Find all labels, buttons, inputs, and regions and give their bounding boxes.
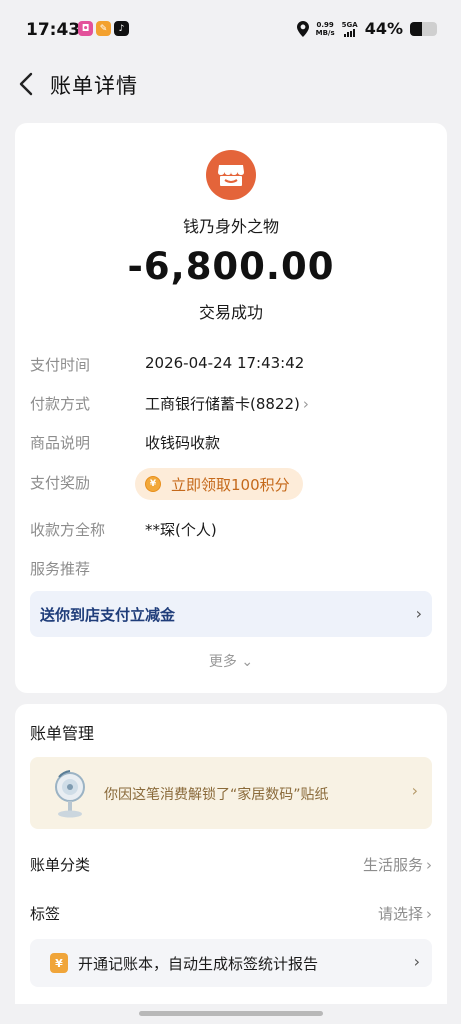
store-icon — [206, 150, 256, 200]
detail-row-payment-method[interactable]: 付款方式 工商银行储蓄卡(8822) › — [30, 393, 430, 417]
location-icon — [296, 20, 309, 37]
detail-row-product-desc: 商品说明 收钱码收款 — [30, 432, 430, 456]
status-bar: 17:43 ◘ ✎ ♪ 0.99 MB/s 5GA 44% — [0, 0, 461, 60]
chevron-right-icon: › — [415, 604, 422, 623]
tag-selector[interactable]: 请选择 › — [378, 903, 432, 924]
detail-label: 支付时间 — [30, 356, 91, 374]
detail-label: 商品说明 — [30, 434, 91, 452]
transaction-status: 交易成功 — [198, 303, 263, 322]
signal-indicator: 5GA — [342, 21, 358, 37]
merchant-name: 钱乃身外之物 — [182, 217, 279, 236]
tag-row[interactable]: 标签 请选择 › — [30, 903, 432, 927]
detail-value: **琛(个人) — [145, 521, 217, 539]
notification-icons: ◘ ✎ ♪ — [78, 21, 129, 36]
battery-icon — [410, 21, 437, 36]
net-speed-value: 0.99 — [316, 20, 334, 29]
claim-reward-button[interactable]: ¥ 立即领取100积分 — [135, 468, 303, 500]
detail-row-service: 服务推荐 — [30, 558, 430, 582]
detail-value[interactable]: 工商银行储蓄卡(8822) — [145, 395, 300, 413]
ledger-icon: ¥ — [50, 953, 68, 973]
chevron-down-icon: ⌄ — [241, 654, 254, 670]
bill-category-row[interactable]: 账单分类 生活服务 › — [30, 854, 432, 878]
back-arrow-icon[interactable] — [14, 70, 40, 98]
transaction-card: 钱乃身外之物 -6,800.00 交易成功 支付时间 2026-04-24 17… — [15, 123, 447, 693]
detail-label: 支付奖励 — [30, 474, 91, 492]
promo-banner[interactable]: 送你到店支付立减金 › — [30, 591, 432, 637]
more-label[interactable]: 更多 — [209, 654, 237, 670]
battery-percent: 44% — [364, 19, 403, 38]
detail-value: 2026-04-24 17:43:42 — [145, 354, 305, 372]
status-indicators: 0.99 MB/s 5GA 44% — [296, 19, 437, 38]
detail-label: 付款方式 — [30, 395, 91, 413]
status-time: 17:43 — [26, 20, 81, 40]
transaction-amount: -6,800.00 — [127, 245, 335, 288]
tag-label: 标签 — [30, 905, 61, 923]
desk-fan-icon — [55, 770, 85, 818]
sticker-banner[interactable]: 你因这笔消费解锁了“家居数码”贴纸 › — [30, 757, 432, 829]
detail-row-payment-time: 支付时间 2026-04-24 17:43:42 — [30, 354, 430, 378]
page-title: 账单详情 — [50, 74, 138, 98]
reward-text[interactable]: 立即领取100积分 — [171, 474, 290, 495]
promo-text[interactable]: 送你到店支付立减金 — [40, 604, 175, 625]
battery-fill — [410, 21, 422, 36]
app-notification-icon: ◘ — [78, 21, 93, 36]
tiktok-icon: ♪ — [114, 21, 129, 36]
payment-method-link[interactable]: 工商银行储蓄卡(8822) › — [145, 393, 309, 414]
more-button[interactable]: 更多 ⌄ — [15, 651, 447, 671]
section-title: 账单管理 — [30, 724, 95, 743]
coin-icon: ¥ — [145, 476, 161, 492]
chevron-right-icon: › — [302, 395, 309, 413]
ledger-text[interactable]: 开通记账本，自动生成标签统计报告 — [78, 953, 318, 974]
network-speed: 0.99 MB/s — [316, 21, 335, 37]
signal-bars-icon — [344, 28, 356, 37]
home-indicator[interactable] — [139, 1011, 323, 1016]
category-label: 账单分类 — [30, 856, 91, 874]
tag-value[interactable]: 请选择 — [378, 905, 423, 923]
detail-label: 收款方全称 — [30, 521, 106, 539]
storefront-glyph — [218, 165, 244, 186]
signal-label: 5GA — [341, 20, 358, 29]
category-selector[interactable]: 生活服务 › — [363, 854, 432, 875]
chevron-right-icon: › — [426, 905, 432, 923]
detail-label: 服务推荐 — [30, 560, 91, 578]
sticker-text[interactable]: 你因这笔消费解锁了“家居数码”贴纸 — [104, 784, 329, 804]
bill-management-card: 账单管理 你因这笔消费解锁了“家居数码”贴纸 › 账单分类 生活服务 › 标签 请… — [15, 704, 447, 1004]
ledger-banner[interactable]: ¥ 开通记账本，自动生成标签统计报告 › — [30, 939, 432, 987]
page-header: 账单详情 — [0, 62, 461, 106]
chevron-right-icon: › — [426, 856, 432, 874]
category-value[interactable]: 生活服务 — [363, 856, 423, 874]
app-notification-icon: ✎ — [96, 21, 111, 36]
detail-value: 收钱码收款 — [145, 434, 221, 452]
chevron-right-icon: › — [411, 781, 418, 800]
detail-row-payee: 收款方全称 **琛(个人) — [30, 519, 430, 543]
net-speed-unit: MB/s — [315, 28, 335, 37]
chevron-right-icon: › — [413, 952, 420, 971]
